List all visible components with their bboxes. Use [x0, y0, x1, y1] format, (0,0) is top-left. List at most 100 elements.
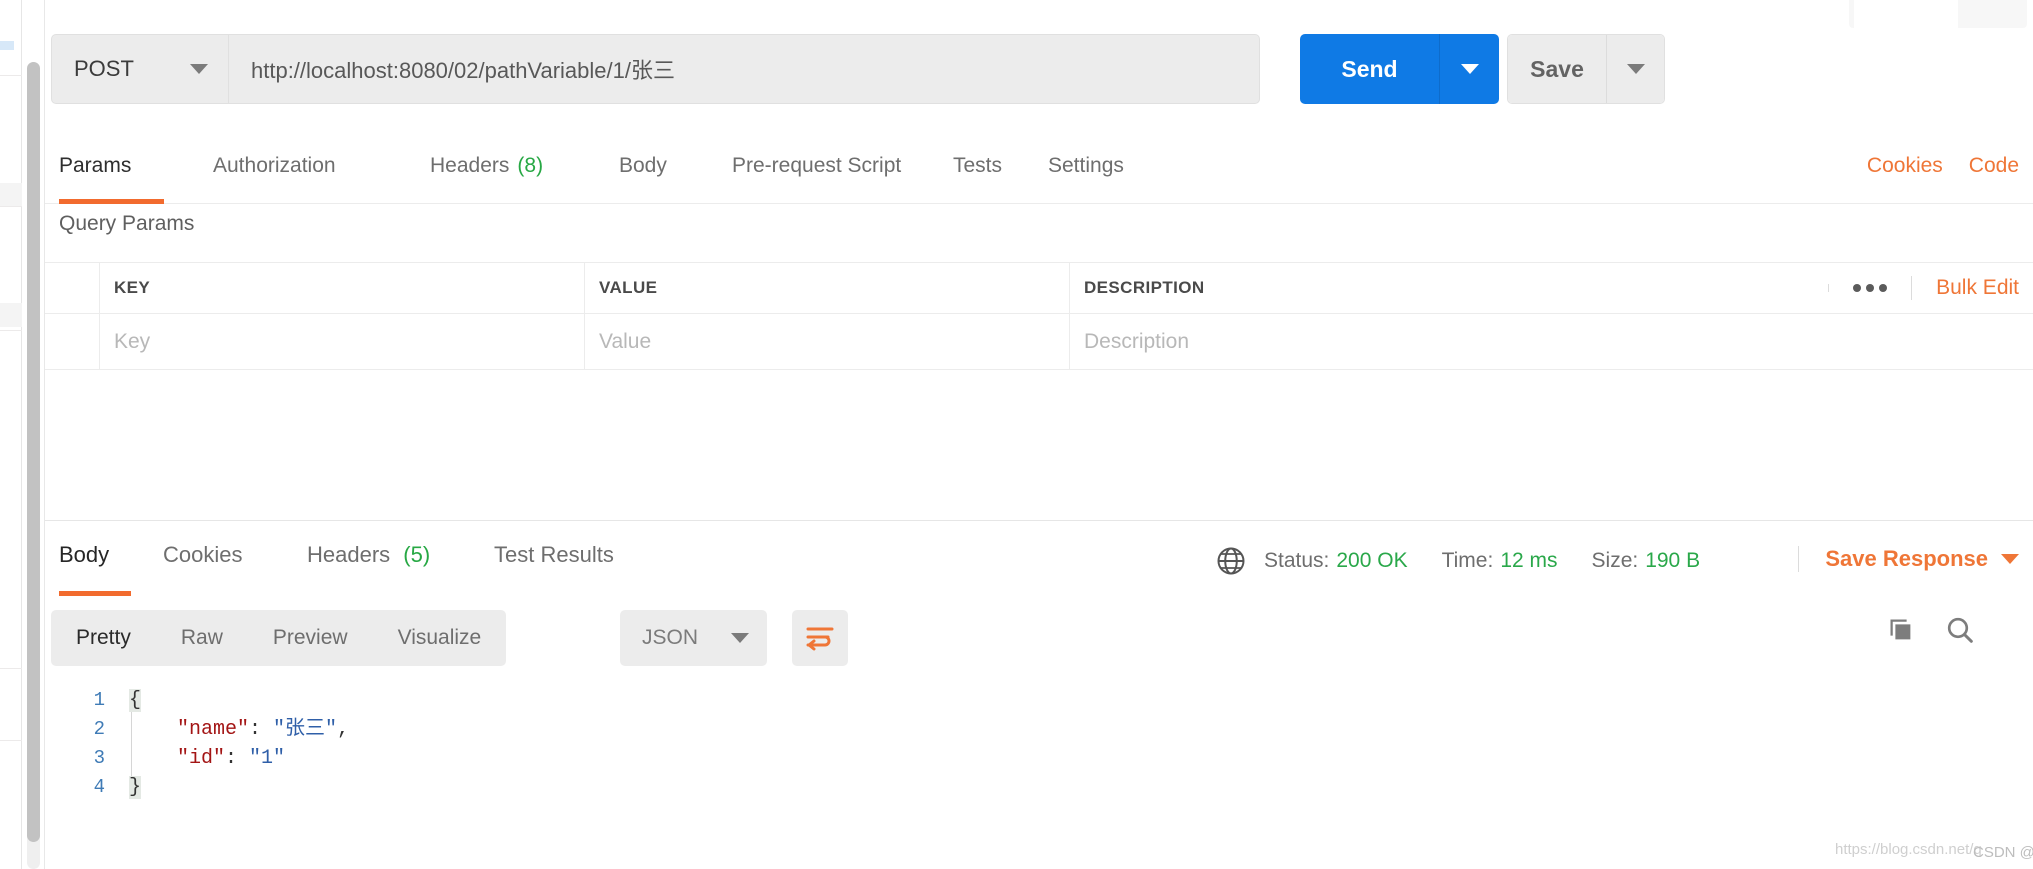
copy-icon[interactable]	[1886, 615, 1916, 645]
json-key: "name"	[177, 718, 250, 741]
view-mode-group: Pretty Raw Preview Visualize	[51, 610, 507, 666]
table-header-row: KEY VALUE DESCRIPTION Bulk Edit	[45, 262, 2033, 314]
save-button[interactable]: Save	[1508, 35, 1606, 103]
response-tab-body-label: Body	[59, 542, 110, 567]
code-line: "id": "1"	[129, 744, 349, 773]
size-label: Size:	[1591, 549, 1639, 572]
param-value-input[interactable]: Value	[585, 314, 1070, 369]
bulk-edit-button[interactable]: Bulk Edit	[1911, 276, 2019, 300]
param-description-input[interactable]: Description	[1070, 314, 2033, 369]
code-line: }	[129, 773, 349, 802]
sidebar-strip	[0, 0, 22, 869]
request-tabs-actions: Cookies Code	[1867, 154, 2019, 178]
size-value: 190 B	[1645, 549, 1701, 572]
save-button-group: Save	[1507, 34, 1665, 104]
json-colon: :	[249, 718, 274, 741]
row-checkbox-cell[interactable]	[45, 314, 100, 369]
json-key: "id"	[177, 747, 226, 770]
watermark-url: https://blog.csdn.net/q	[1835, 841, 1982, 858]
json-open-brace: {	[129, 689, 142, 712]
response-meta: Status: 200 OK Time: 12 ms Size: 190 B	[1216, 546, 1716, 576]
json-value: "张三"	[273, 718, 338, 741]
chevron-down-icon	[1626, 64, 1645, 74]
sidebar-divider	[0, 740, 22, 741]
tab-authorization[interactable]: Authorization	[213, 150, 336, 204]
save-response-label: Save Response	[1825, 546, 1988, 571]
response-body-code[interactable]: 1 2 3 4 { "name": "张三", "id": "1" }	[45, 676, 2033, 869]
response-splitter[interactable]	[45, 520, 2033, 521]
chevron-down-icon	[731, 633, 749, 643]
sidebar-divider	[0, 75, 22, 76]
tab-pre-request-script[interactable]: Pre-request Script	[732, 150, 901, 204]
response-tab-test-results-label: Test Results	[494, 542, 614, 567]
url-bar: POST http://localhost:8080/02/pathVariab…	[51, 34, 2026, 104]
line-number: 1	[93, 689, 105, 711]
word-wrap-icon	[806, 627, 834, 651]
sidebar-chip	[0, 41, 14, 50]
response-tab-cookies[interactable]: Cookies	[163, 542, 242, 598]
param-description-placeholder: Description	[1084, 329, 1190, 353]
json-colon: :	[225, 747, 250, 770]
param-value-placeholder: Value	[599, 329, 652, 353]
table-row: Key Value Description	[45, 314, 2033, 370]
cookies-link[interactable]: Cookies	[1867, 154, 1943, 178]
save-response-button[interactable]: Save Response	[1798, 546, 2019, 572]
chevron-down-icon	[1460, 64, 1479, 74]
request-tab-strip-remnant[interactable]	[1849, 0, 2027, 28]
code-link[interactable]: Code	[1969, 154, 2019, 178]
view-mode-raw[interactable]: Raw	[156, 610, 248, 666]
status-group: Status: 200 OK	[1264, 549, 1408, 573]
view-mode-visualize[interactable]: Visualize	[373, 610, 507, 666]
sidebar-divider	[0, 668, 22, 669]
tab-headers-count: (8)	[517, 154, 544, 177]
chevron-down-icon	[2001, 554, 2019, 564]
search-icon[interactable]	[1944, 614, 1976, 646]
save-options-button[interactable]	[1606, 35, 1664, 103]
sidebar-divider	[0, 206, 22, 207]
sidebar-row-shade	[0, 303, 22, 327]
time-value: 12 ms	[1500, 549, 1558, 572]
url-input[interactable]: http://localhost:8080/02/pathVariable/1/…	[229, 34, 1260, 104]
response-tab-headers[interactable]: Headers (5)	[307, 542, 430, 598]
sidebar-divider	[0, 330, 22, 331]
request-pane: POST http://localhost:8080/02/pathVariab…	[45, 0, 2033, 869]
tab-tests[interactable]: Tests	[953, 150, 1002, 204]
request-tabs: Params Authorization Headers (8) Body Pr…	[45, 150, 2033, 204]
tab-settings-label: Settings	[1048, 154, 1124, 177]
column-header-value: VALUE	[585, 263, 1070, 313]
status-label: Status:	[1264, 549, 1330, 572]
view-mode-preview[interactable]: Preview	[248, 610, 373, 666]
active-request-tab[interactable]	[1854, 0, 1958, 28]
send-options-button[interactable]	[1439, 34, 1499, 104]
line-number: 4	[93, 776, 105, 798]
json-value: "1"	[249, 747, 286, 770]
word-wrap-button[interactable]	[792, 610, 848, 666]
size-group: Size: 190 B	[1592, 549, 1701, 573]
ellipsis-icon[interactable]	[1828, 284, 1911, 292]
tab-settings[interactable]: Settings	[1048, 150, 1124, 204]
response-format-dropdown[interactable]: JSON	[620, 610, 767, 666]
response-tab-body[interactable]: Body	[59, 542, 131, 598]
param-key-input[interactable]: Key	[100, 314, 585, 369]
time-group: Time: 12 ms	[1442, 549, 1558, 573]
tab-tests-label: Tests	[953, 154, 1003, 177]
send-button[interactable]: Send	[1300, 34, 1439, 104]
response-tab-test-results[interactable]: Test Results	[494, 542, 614, 598]
tab-params[interactable]: Params	[59, 150, 164, 204]
sidebar-scrollbar-thumb[interactable]	[27, 62, 40, 842]
select-all-cell[interactable]	[45, 263, 100, 313]
globe-icon	[1217, 547, 1245, 575]
http-method-dropdown[interactable]: POST	[51, 34, 229, 104]
active-tab-underline	[59, 199, 164, 204]
code-content: { "name": "张三", "id": "1" }	[129, 686, 349, 802]
code-line: {	[129, 686, 349, 715]
status-value: 200 OK	[1336, 549, 1408, 572]
tab-body[interactable]: Body	[619, 150, 667, 204]
active-tab-underline	[59, 591, 131, 596]
watermark-author: CSDN @北笙.2	[1973, 844, 2033, 861]
view-mode-pretty[interactable]: Pretty	[51, 610, 156, 666]
tab-params-label: Params	[59, 154, 132, 177]
column-header-description: DESCRIPTION Bulk Edit	[1070, 263, 2033, 313]
query-params-table: KEY VALUE DESCRIPTION Bulk Edit Key Valu…	[45, 262, 2033, 370]
tab-headers[interactable]: Headers (8)	[430, 150, 543, 204]
